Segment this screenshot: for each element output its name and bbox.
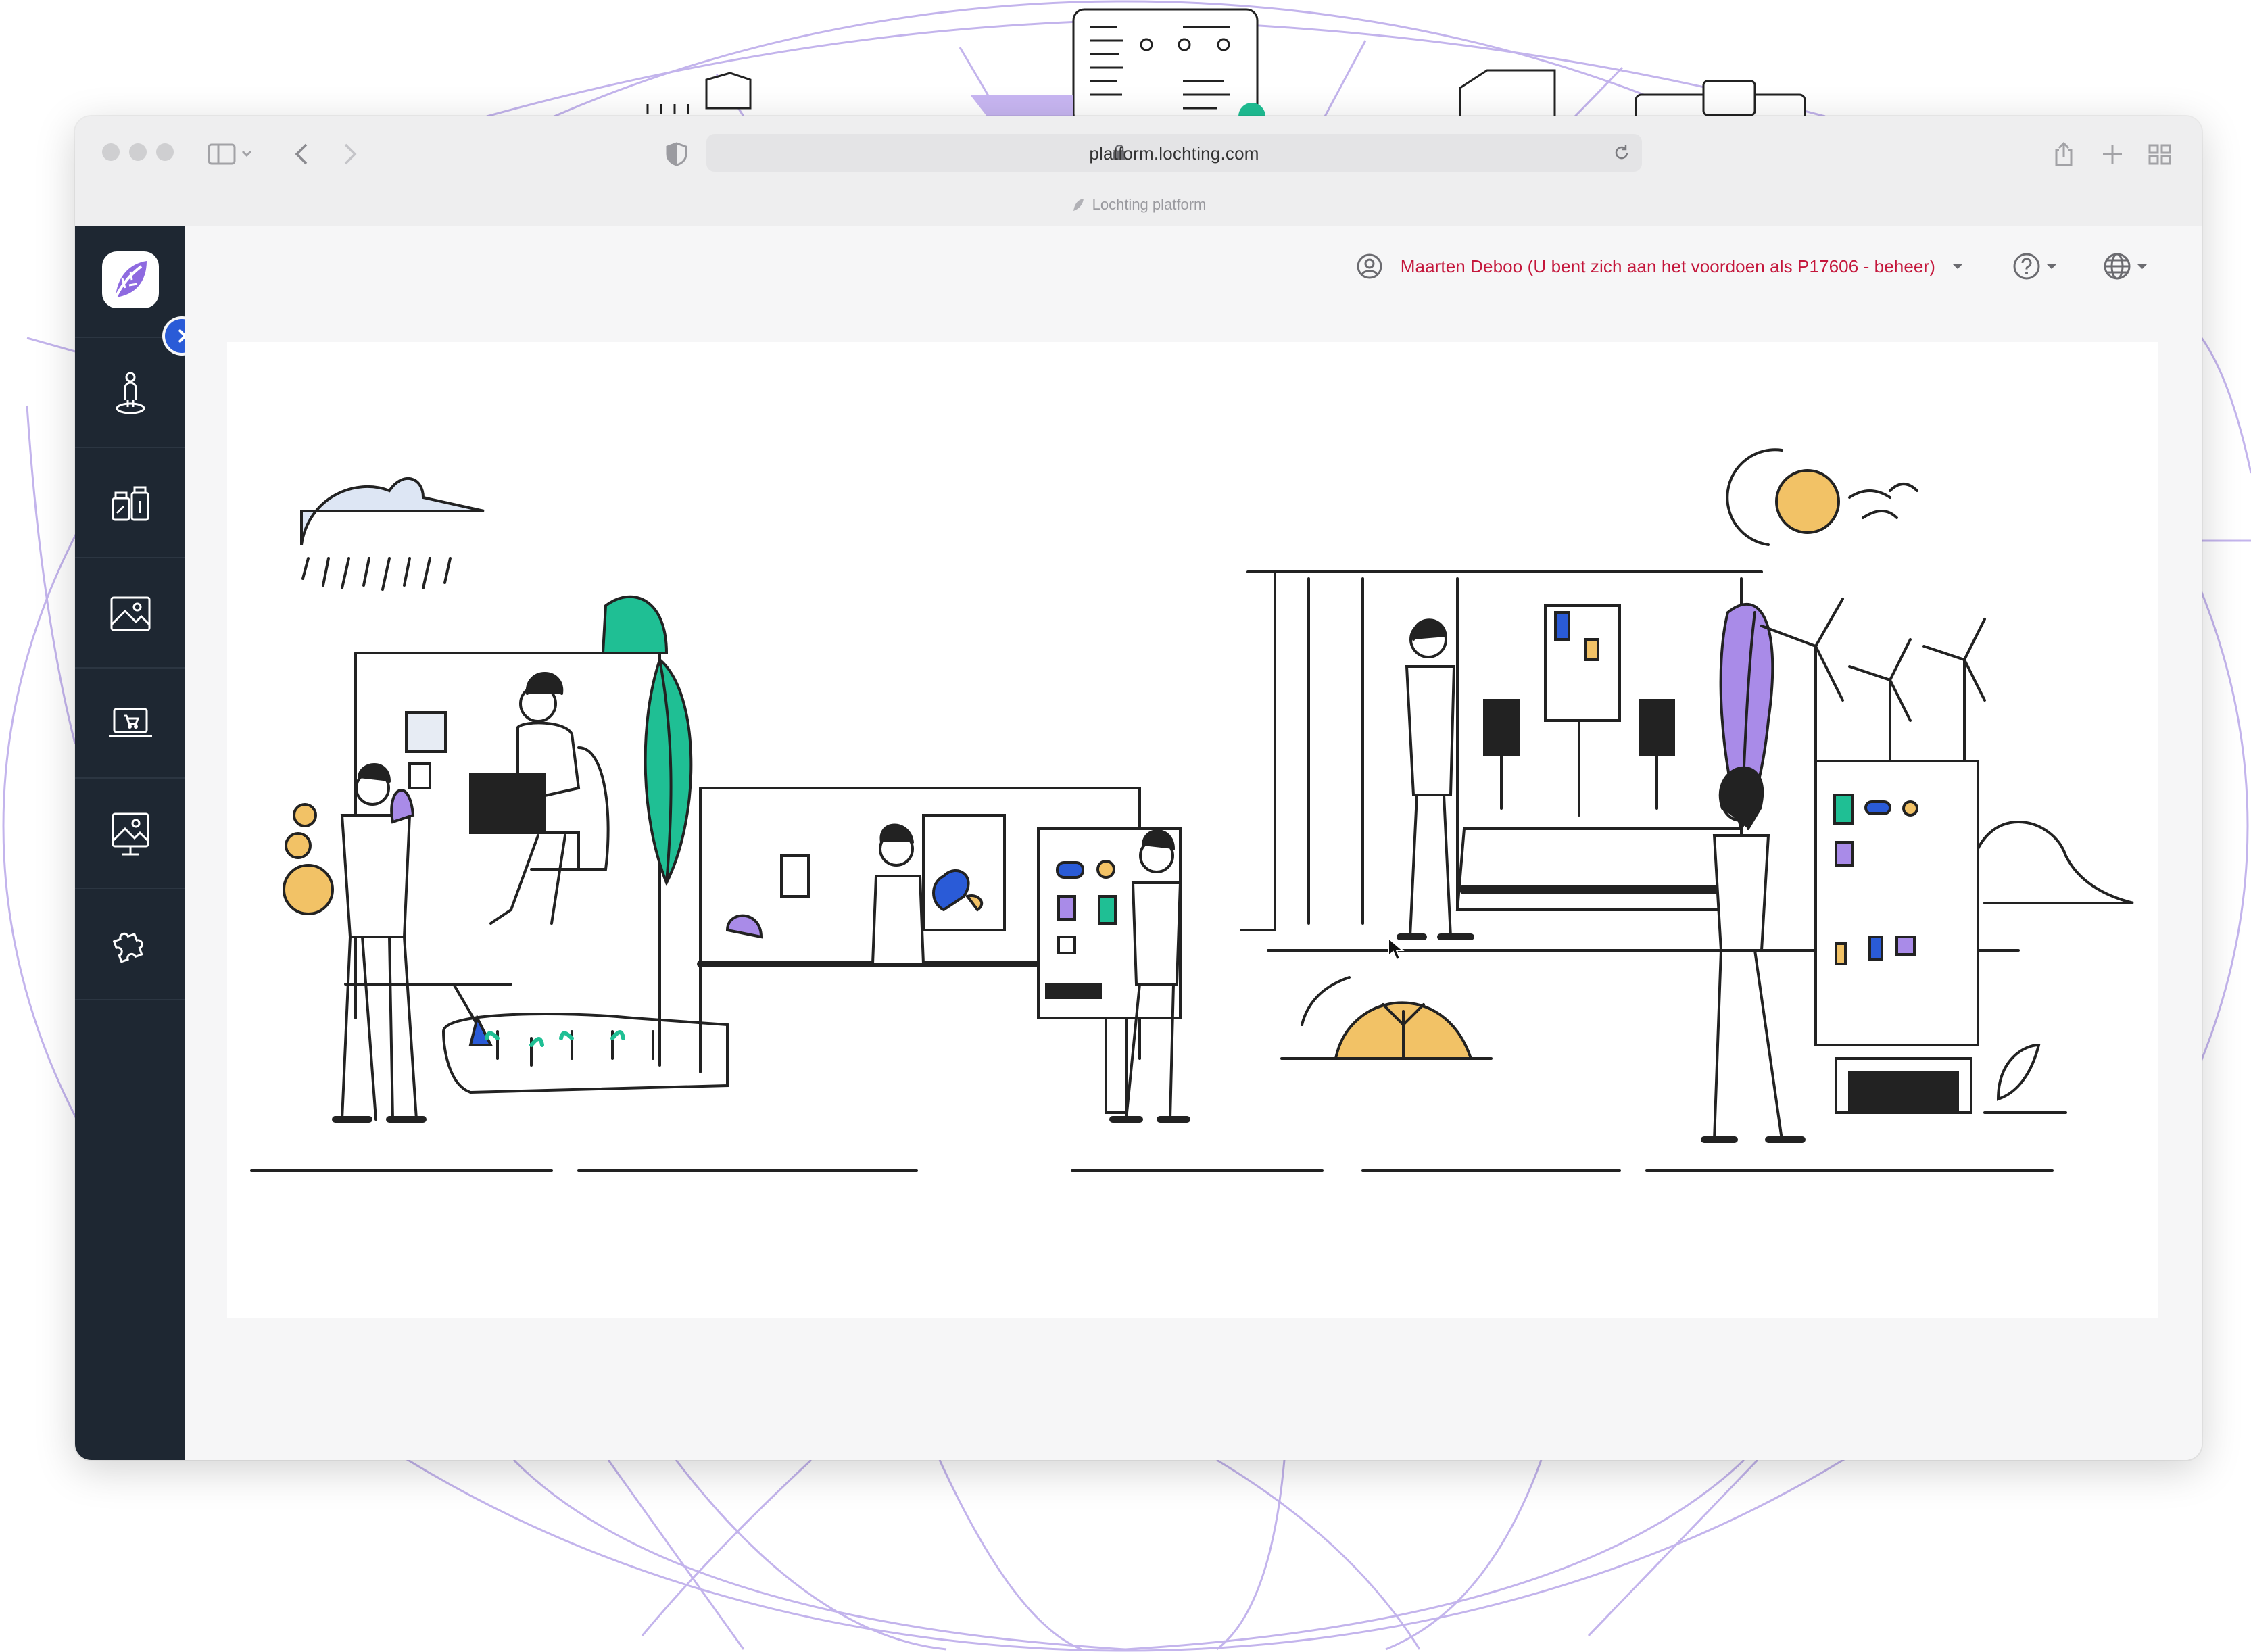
sidebar-item-customers[interactable]: [75, 337, 185, 448]
close-window-button[interactable]: [102, 143, 120, 161]
main-content: Maarten Deboo (U bent zich aan het voord…: [185, 226, 2202, 1460]
image-icon: [110, 596, 151, 631]
sidebar-item-integrations[interactable]: [75, 888, 185, 1000]
help-question-icon: [2013, 253, 2040, 280]
products-icon: [112, 486, 149, 521]
address-bar[interactable]: platform.lochting.com: [706, 134, 1642, 172]
user-name: Maarten Deboo (U bent zich aan het voord…: [1400, 256, 1935, 276]
welcome-illustration-card: [227, 342, 2158, 1318]
minimize-window-button[interactable]: [129, 143, 147, 161]
chevron-down-icon: [2047, 264, 2056, 269]
mouse-cursor-icon: [1388, 937, 1405, 961]
tab-title-text: Lochting platform: [1092, 196, 1207, 213]
puzzle-icon: [112, 932, 143, 963]
back-arrow-icon[interactable]: [289, 141, 316, 168]
zoom-window-button[interactable]: [156, 143, 174, 161]
sidebar-toggle-icon[interactable]: [208, 141, 255, 168]
user-avatar-icon: [1357, 253, 1382, 279]
new-tab-plus-icon[interactable]: [2099, 141, 2126, 168]
language-menu-button[interactable]: [2103, 251, 2157, 281]
lochting-leaf-icon: [1073, 199, 1084, 211]
sidebar-item-media[interactable]: [75, 557, 185, 669]
tab-overview-icon[interactable]: [2146, 141, 2173, 168]
globe-icon: [2104, 253, 2131, 280]
chevron-down-icon: [2137, 264, 2147, 269]
person-pin-icon: [116, 372, 145, 414]
digital-signage-icon: [112, 812, 149, 856]
user-menu[interactable]: Maarten Deboo (U bent zich aan het voord…: [1356, 253, 1965, 280]
chevron-down-icon: [1953, 264, 1962, 269]
tab-title[interactable]: Lochting platform: [75, 196, 2202, 214]
webshop-laptop-icon: [109, 708, 152, 737]
browser-window: platform.lochting.com Lochting platform: [75, 116, 2202, 1460]
sidebar-item-digital-signage[interactable]: [75, 777, 185, 889]
sidebar-item-webshop[interactable]: [75, 667, 185, 779]
lochting-logo[interactable]: [102, 251, 159, 308]
share-icon[interactable]: [2050, 141, 2077, 168]
app-sidebar: [75, 226, 185, 1460]
help-menu-button[interactable]: [2012, 251, 2066, 281]
sidebar-item-products[interactable]: [75, 447, 185, 558]
browser-toolbar: platform.lochting.com Lochting platform: [75, 116, 2202, 227]
forward-arrow-icon[interactable]: [336, 141, 363, 168]
privacy-shield-icon[interactable]: [663, 141, 690, 168]
url-text: platform.lochting.com: [1089, 143, 1259, 164]
pharmacy-scene-illustration: [250, 448, 2134, 1172]
reload-icon[interactable]: [1612, 143, 1631, 162]
